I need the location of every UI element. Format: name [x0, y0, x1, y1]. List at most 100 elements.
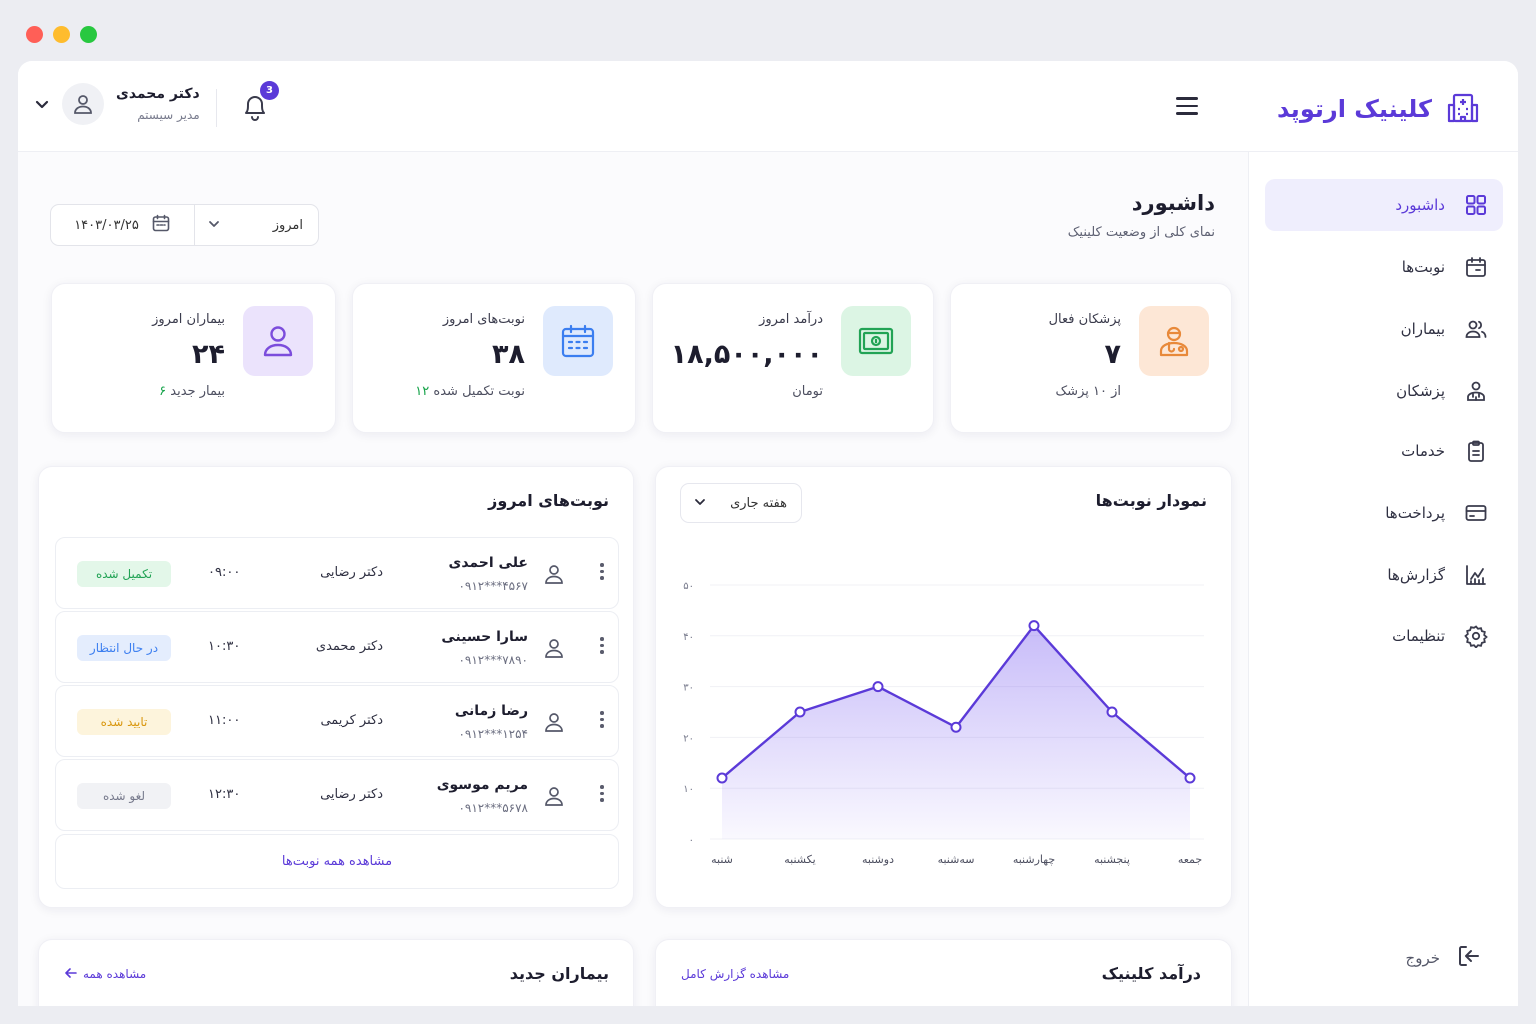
sidebar-item-label: پرداخت‌ها — [1385, 504, 1445, 522]
sidebar-item-patients[interactable]: بیماران — [1265, 303, 1503, 355]
user-info: دکتر محمدی مدیر سیستم — [116, 86, 200, 122]
stat-value: ۲۴ — [192, 339, 225, 370]
sidebar-item-reports[interactable]: گزارش‌ها — [1265, 549, 1503, 601]
appointment-row[interactable]: سارا حسینی ۰۹۱۲***۷۸۹۰ دکتر محمدی ۱۰:۳۰ … — [55, 611, 619, 683]
revenue-card-title: درآمد کلینیک — [1101, 964, 1201, 983]
patient-phone: ۰۹۱۲***۱۲۵۴ — [458, 727, 528, 741]
status-badge: لغو شده — [77, 783, 171, 809]
stat-text: درآمد امروز ۱۸,۵۰۰,۰۰۰ تومان — [671, 312, 823, 399]
sidebar-item-label: داشبورد — [1395, 196, 1445, 214]
logout-button[interactable]: خروج — [1406, 943, 1482, 973]
appointment-time: ۱۱:۰۰ — [208, 713, 241, 728]
today-appointments-card: نوبت‌های امروز علی احمدی ۰۹۱۲***۴۵۶۷ دکت… — [38, 466, 634, 908]
stat-sub: تومان — [792, 384, 823, 399]
stat-value: ۱۸,۵۰۰,۰۰۰ — [670, 339, 823, 370]
date-filter: ۱۴۰۳/۰۳/۲۵ امروز — [50, 204, 319, 246]
user-menu[interactable]: دکتر محمدی مدیر سیستم — [34, 83, 200, 125]
doctors-icon — [1463, 378, 1489, 404]
sidebar-item-services[interactable]: خدمات — [1265, 425, 1503, 477]
status-badge: در حال انتظار — [77, 635, 171, 661]
page-title: داشبورد — [1131, 191, 1215, 215]
maximize-window-dot[interactable] — [80, 26, 97, 43]
calendar-icon — [151, 213, 171, 237]
chart-data-point — [950, 721, 962, 733]
hamburger-menu-button[interactable] — [1173, 94, 1201, 118]
x-tick-label: سه‌شنبه — [938, 853, 975, 866]
stat-sub-highlight: ۶ — [159, 384, 167, 399]
full-report-link[interactable]: مشاهده گزارش کامل — [681, 967, 789, 981]
calendar-icon — [1463, 254, 1489, 280]
stat-text: نوبت‌های امروز ۳۸ نوبت تکمیل شده ۱۲ — [415, 312, 525, 399]
period-select[interactable]: امروز — [195, 205, 319, 245]
x-tick-label: چهارشنبه — [1013, 853, 1055, 866]
chevron-down-icon — [207, 216, 221, 235]
stat-sub: از ۱۰ پزشک — [1055, 384, 1121, 399]
close-window-dot[interactable] — [26, 26, 43, 43]
menu-line — [1176, 97, 1198, 100]
stat-card-today-revenue: درآمد امروز ۱۸,۵۰۰,۰۰۰ تومان — [652, 283, 934, 433]
patient-name: سارا حسینی — [441, 629, 528, 645]
patient-icon — [542, 562, 566, 586]
status-badge: تایید شده — [77, 709, 171, 735]
x-tick-label: جمعه — [1178, 853, 1202, 866]
chart-data-point — [794, 706, 806, 718]
top-header: کلینیک ارتوپد 3 دکتر محمدی مدیر سیستم — [18, 61, 1518, 152]
logout-icon — [1456, 943, 1482, 973]
stat-card-today-appointments: نوبت‌های امروز ۳۸ نوبت تکمیل شده ۱۲ — [352, 283, 636, 433]
doctor-name: دکتر کریمی — [320, 713, 383, 728]
sidebar-item-label: نوبت‌ها — [1401, 258, 1445, 276]
period-value: امروز — [272, 217, 303, 233]
clipboard-icon — [1463, 438, 1489, 464]
sidebar-item-payments[interactable]: پرداخت‌ها — [1265, 487, 1503, 539]
arrow-left-icon — [65, 967, 77, 981]
stat-text: بیماران امروز ۲۴ بیمار جدید ۶ — [152, 312, 225, 399]
date-value: ۱۴۰۳/۰۳/۲۵ — [74, 217, 139, 233]
chart-icon — [1463, 562, 1489, 588]
appointment-row[interactable]: رضا زمانی ۰۹۱۲***۱۲۵۴ دکتر کریمی ۱۱:۰۰ ت… — [55, 685, 619, 757]
y-tick-label: ۴۰ — [683, 632, 694, 643]
sidebar-item-appointments[interactable]: نوبت‌ها — [1265, 241, 1503, 293]
chevron-down-icon[interactable] — [34, 96, 50, 112]
appointment-row[interactable]: علی احمدی ۰۹۱۲***۴۵۶۷ دکتر رضایی ۰۹:۰۰ ت… — [55, 537, 619, 609]
view-all-appointments-link[interactable]: مشاهده همه نوبت‌ها — [55, 834, 619, 889]
menu-line — [1176, 104, 1198, 107]
stat-label: نوبت‌های امروز — [442, 312, 525, 327]
sidebar-item-doctors[interactable]: پزشکان — [1265, 365, 1503, 417]
view-all-patients-link[interactable]: مشاهده همه — [65, 967, 146, 981]
brand[interactable]: کلینیک ارتوپد — [1277, 90, 1480, 128]
more-options-icon[interactable] — [599, 711, 605, 728]
sidebar-item-label: تنظیمات — [1392, 627, 1445, 645]
sidebar-item-dashboard[interactable]: داشبورد — [1265, 179, 1503, 231]
stat-sub: بیمار جدید ۶ — [152, 384, 225, 399]
stat-sub-text: نوبت تکمیل شده — [433, 384, 525, 399]
page-heading: داشبورد نمای کلی از وضعیت کلینیک — [1068, 191, 1215, 240]
appointments-card-title: نوبت‌های امروز — [488, 491, 609, 510]
chart-data-point — [1184, 772, 1196, 784]
money-icon — [841, 306, 911, 376]
stat-label: پزشکان فعال — [1048, 312, 1121, 327]
date-picker[interactable]: ۱۴۰۳/۰۳/۲۵ — [51, 205, 195, 245]
patient-phone: ۰۹۱۲***۴۵۶۷ — [458, 579, 528, 593]
stat-label: درآمد امروز — [759, 312, 823, 327]
appointments-chart: ۰ ۱۰ ۲۰ ۳۰ ۴۰ ۵۰ شنبه یکشنبه دوشنبه سه‌شنبه چهارشن… — [683, 581, 1204, 866]
patient-name: رضا زمانی — [454, 703, 528, 719]
new-patients-card: بیماران جدید مشاهده همه — [38, 939, 634, 1006]
more-options-icon[interactable] — [599, 563, 605, 580]
doctor-icon — [1139, 306, 1209, 376]
gear-icon — [1463, 623, 1489, 649]
user-avatar[interactable] — [62, 83, 104, 125]
window-controls — [26, 26, 97, 43]
appointment-row[interactable]: مریم موسوی ۰۹۱۲***۵۶۷۸ دکتر رضایی ۱۲:۳۰ … — [55, 759, 619, 831]
stat-sub-text: بیمار جدید — [170, 384, 225, 399]
users-icon — [1463, 316, 1489, 342]
stat-sub-highlight: ۱۲ — [415, 384, 430, 399]
more-options-icon[interactable] — [599, 637, 605, 654]
brand-name: کلینیک ارتوپد — [1276, 95, 1432, 123]
sidebar-item-label: گزارش‌ها — [1387, 566, 1445, 584]
more-options-icon[interactable] — [599, 785, 605, 802]
y-tick-label: ۲۰ — [683, 733, 694, 744]
logout-label: خروج — [1405, 949, 1440, 967]
minimize-window-dot[interactable] — [53, 26, 70, 43]
sidebar-item-settings[interactable]: تنظیمات — [1265, 610, 1503, 662]
user-name: دکتر محمدی — [116, 86, 200, 102]
